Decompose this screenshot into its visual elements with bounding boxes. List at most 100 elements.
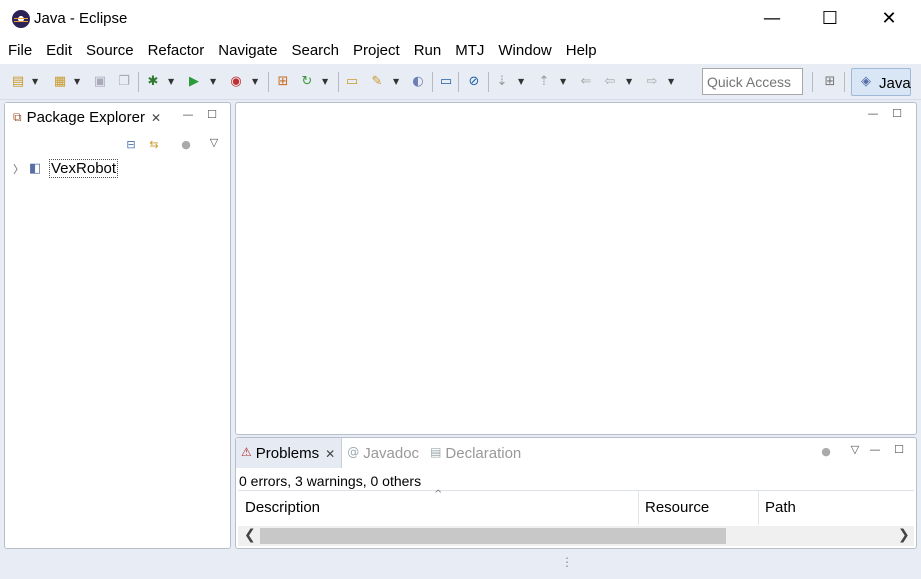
previous-annotation-dropdown-icon[interactable]: ▼: [560, 74, 569, 90]
scroll-right-icon[interactable]: ❯: [898, 527, 910, 543]
save-all-icon[interactable]: ❐: [116, 74, 132, 90]
problems-view: ⚠ Problems ✕ @ Javadoc ▤ Declaration ● ▽…: [235, 437, 917, 549]
menu-refactor[interactable]: Refactor: [148, 38, 205, 64]
toolbar-separator: [268, 72, 269, 92]
new-icon[interactable]: ▤: [10, 74, 26, 90]
column-divider[interactable]: [758, 491, 759, 525]
quick-access-input[interactable]: [702, 68, 803, 95]
collapse-all-icon[interactable]: ⊟: [124, 138, 138, 152]
forward-dropdown-icon[interactable]: ▼: [668, 74, 677, 90]
console-icon[interactable]: ▭: [438, 74, 454, 90]
tab-problems[interactable]: ⚠ Problems ✕: [236, 438, 343, 468]
menu-help[interactable]: Help: [566, 38, 597, 64]
tab-label: Problems: [255, 445, 320, 462]
focus-on-task-icon[interactable]: ●: [819, 445, 833, 459]
toolbar-separator: [458, 72, 459, 92]
search-dropdown-icon[interactable]: ▼: [393, 74, 402, 90]
horizontal-scrollbar[interactable]: ❮ ❯: [238, 526, 914, 546]
column-divider[interactable]: [638, 491, 639, 525]
javadoc-icon: @: [347, 445, 360, 459]
maximize-editor-icon[interactable]: ☐: [890, 107, 904, 121]
new-class-icon[interactable]: ⊞: [275, 74, 291, 90]
menu-source[interactable]: Source: [86, 38, 134, 64]
focus-on-task-icon[interactable]: ●: [179, 138, 193, 152]
open-task-icon[interactable]: ◐: [410, 74, 426, 90]
debug-dropdown-icon[interactable]: ▼: [168, 74, 177, 90]
search-icon[interactable]: ✎: [369, 74, 385, 90]
declaration-icon: ▤: [430, 445, 442, 459]
close-icon[interactable]: ✕: [151, 111, 161, 125]
scroll-thumb[interactable]: [260, 528, 726, 544]
save-icon[interactable]: ▣: [92, 74, 108, 90]
refresh-icon[interactable]: ↻: [299, 74, 315, 90]
menu-bar: File Edit Source Refactor Navigate Searc…: [0, 38, 921, 64]
editor-area[interactable]: — ☐: [235, 102, 917, 435]
run-dropdown-icon[interactable]: ▼: [210, 74, 219, 90]
view-menu-icon[interactable]: ▽: [207, 136, 221, 150]
minimize-view-icon[interactable]: —: [181, 108, 195, 122]
expand-icon[interactable]: 〉: [13, 161, 27, 177]
new-dropdown-icon[interactable]: ▼: [32, 74, 41, 90]
view-menu-icon[interactable]: ▽: [848, 443, 862, 457]
skip-breakpoints-icon[interactable]: ⊘: [466, 74, 482, 90]
menu-edit[interactable]: Edit: [46, 38, 72, 64]
new-package-dropdown-icon[interactable]: ▼: [74, 74, 83, 90]
menu-run[interactable]: Run: [414, 38, 442, 64]
link-with-editor-icon[interactable]: ⇆: [147, 138, 161, 152]
menu-window[interactable]: Window: [498, 38, 551, 64]
perspective-label: Java: [879, 75, 911, 92]
toolbar-separator: [138, 72, 139, 92]
package-explorer-icon: ⧉: [13, 110, 22, 124]
window-title: Java - Eclipse: [34, 10, 128, 27]
menu-file[interactable]: File: [8, 38, 32, 64]
status-bar: ⋮: [0, 551, 921, 579]
back-icon[interactable]: ⇦: [602, 74, 618, 90]
open-perspective-icon[interactable]: ⊞: [822, 74, 838, 90]
tab-label: Package Explorer: [26, 109, 145, 126]
minimize-view-icon[interactable]: —: [868, 443, 882, 457]
tab-label: Javadoc: [363, 445, 420, 462]
previous-annotation-icon[interactable]: ⇡: [536, 74, 552, 90]
column-resource[interactable]: Resource: [645, 499, 709, 516]
close-button[interactable]: ✕: [860, 0, 918, 38]
toolbar-separator: [488, 72, 489, 92]
package-explorer-view: ⧉ Package Explorer ✕ — ☐ ⊟ ⇆ ● ▽ 〉 ◧ Vex…: [4, 102, 231, 549]
forward-icon[interactable]: ⇨: [644, 74, 660, 90]
run-external-icon[interactable]: ◉: [228, 74, 244, 90]
run-external-dropdown-icon[interactable]: ▼: [252, 74, 261, 90]
tree-item-project[interactable]: 〉 ◧ VexRobot: [13, 159, 119, 178]
next-annotation-icon[interactable]: ⇣: [494, 74, 510, 90]
minimize-editor-icon[interactable]: —: [866, 107, 880, 121]
last-edit-icon[interactable]: ⇐: [578, 74, 594, 90]
tab-javadoc[interactable]: @ Javadoc: [342, 438, 425, 468]
minimize-button[interactable]: —: [743, 0, 801, 38]
refresh-dropdown-icon[interactable]: ▼: [322, 74, 331, 90]
sort-ascending-icon: ^: [434, 489, 443, 500]
menu-mtj[interactable]: MTJ: [455, 38, 484, 64]
open-type-icon[interactable]: ▭: [344, 74, 360, 90]
toolbar-separator: [432, 72, 433, 92]
toolbar-separator: [338, 72, 339, 92]
java-perspective-button[interactable]: ◈ Java: [851, 68, 911, 96]
new-package-icon[interactable]: ▦: [52, 74, 68, 90]
close-icon[interactable]: ✕: [325, 447, 335, 468]
maximize-view-icon[interactable]: ☐: [892, 443, 906, 457]
tab-declaration[interactable]: ▤ Declaration: [425, 438, 527, 468]
eclipse-logo-icon: [12, 10, 30, 28]
problems-table-header: ^ Description Resource Path: [238, 489, 914, 525]
menu-project[interactable]: Project: [353, 38, 400, 64]
column-path[interactable]: Path: [765, 499, 796, 516]
back-dropdown-icon[interactable]: ▼: [626, 74, 635, 90]
menu-navigate[interactable]: Navigate: [218, 38, 277, 64]
status-grip-icon[interactable]: ⋮: [561, 555, 573, 569]
run-icon[interactable]: ▶: [186, 74, 202, 90]
tab-package-explorer[interactable]: ⧉ Package Explorer ✕: [5, 103, 168, 133]
column-description[interactable]: Description: [245, 499, 320, 516]
java-perspective-icon: ◈: [861, 74, 871, 89]
next-annotation-dropdown-icon[interactable]: ▼: [518, 74, 527, 90]
debug-icon[interactable]: ✱: [145, 74, 161, 90]
menu-search[interactable]: Search: [291, 38, 339, 64]
scroll-left-icon[interactable]: ❮: [244, 527, 256, 543]
maximize-view-icon[interactable]: ☐: [205, 108, 219, 122]
maximize-button[interactable]: ☐: [801, 0, 859, 38]
